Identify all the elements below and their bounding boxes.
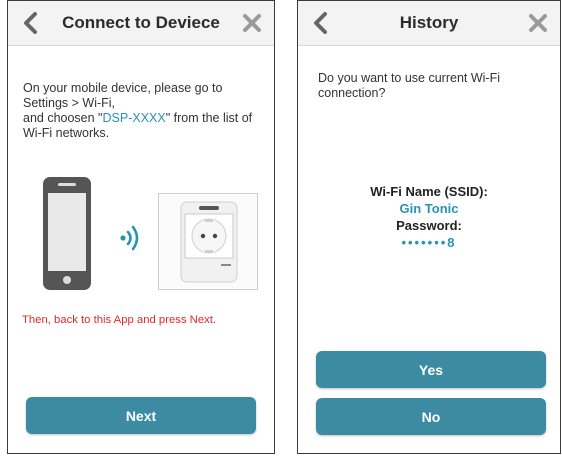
password-label: Password: bbox=[396, 218, 462, 233]
password-value: •••••••8 bbox=[401, 235, 457, 250]
header-bar: History bbox=[298, 1, 560, 46]
header-bar: Connect to Deviece bbox=[8, 1, 274, 46]
page-title: Connect to Deviece bbox=[62, 13, 220, 32]
history-screen: History Do you want to use current Wi-Fi… bbox=[297, 0, 561, 454]
smart-plug-icon bbox=[180, 201, 238, 283]
smart-plug-image bbox=[158, 193, 258, 290]
close-icon[interactable] bbox=[240, 11, 264, 35]
instructions-line2-prefix: and choosen " bbox=[23, 111, 103, 125]
instructions-text: On your mobile device, please go to Sett… bbox=[23, 81, 264, 141]
no-button[interactable]: No bbox=[316, 398, 546, 435]
wifi-name-value: Gin Tonic bbox=[399, 201, 459, 216]
connection-question: Do you want to use current Wi-Fi connect… bbox=[318, 71, 501, 100]
wifi-info: Wi-Fi Name (SSID): Gin Tonic Password: •… bbox=[298, 183, 560, 251]
yes-button[interactable]: Yes bbox=[316, 351, 546, 388]
close-icon[interactable] bbox=[526, 11, 550, 35]
next-button[interactable]: Next bbox=[26, 397, 256, 434]
wifi-signal-icon bbox=[120, 225, 139, 251]
chevron-left-icon[interactable] bbox=[18, 9, 44, 37]
chevron-left-icon[interactable] bbox=[308, 9, 334, 37]
next-instruction: Then, back to this App and press Next. bbox=[22, 314, 217, 326]
connect-to-device-screen: Connect to Deviece On your mobile device… bbox=[7, 0, 275, 454]
smartphone-icon bbox=[43, 177, 91, 290]
page-title: History bbox=[399, 13, 459, 32]
instructions-line1: On your mobile device, please go to Sett… bbox=[23, 81, 223, 110]
device-ssid: DSP-XXXX bbox=[102, 111, 166, 125]
wifi-name-label: Wi-Fi Name (SSID): bbox=[370, 184, 488, 199]
